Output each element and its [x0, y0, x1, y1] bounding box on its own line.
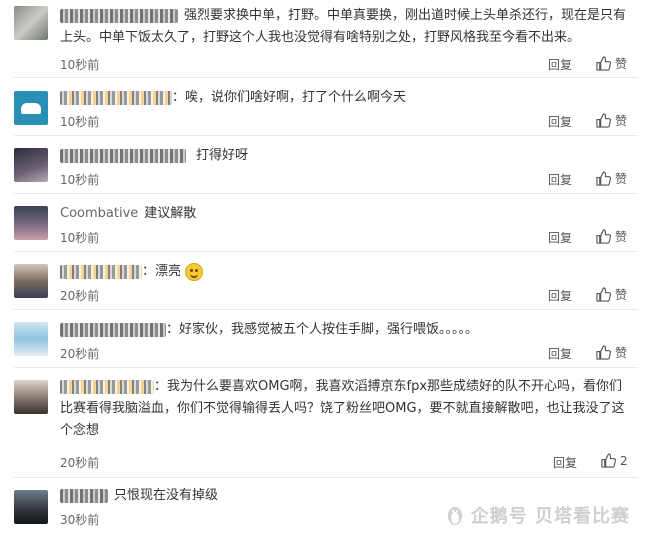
username[interactable]: Coombative — [60, 206, 138, 221]
thumbs-up-icon — [596, 229, 611, 244]
comment-item: ：漂亮 20秒前 回复 赞 — [0, 252, 646, 310]
comment-text: ：漂亮 — [142, 264, 182, 279]
comment-time: 30秒前 — [60, 513, 100, 527]
thumbs-up-icon — [596, 171, 611, 186]
comment-time: 10秒前 — [60, 173, 100, 187]
avatar[interactable] — [14, 264, 48, 298]
reply-button[interactable]: 回复 — [548, 229, 572, 246]
username[interactable] — [60, 379, 154, 394]
comment-time: 20秒前 — [60, 347, 100, 361]
thumbs-up-icon — [596, 56, 611, 71]
comment-item: 强烈要求换中单，打野。中单真要换，刚出道时候上头单杀还行，现在是只有上头。中单下… — [0, 0, 646, 78]
comment-item: Coombative 建议解散 10秒前 回复 赞 — [0, 194, 646, 252]
comment-text: 打得好呀 — [196, 148, 249, 163]
thumbs-up-icon — [596, 345, 611, 360]
reply-button[interactable]: 回复 — [553, 454, 577, 471]
avatar[interactable] — [14, 206, 48, 240]
avatar[interactable] — [14, 322, 48, 356]
comment-text: ：唉，说你们啥好啊，打了个什么啊今天 — [172, 90, 407, 105]
like-label: 赞 — [615, 172, 628, 186]
like-button[interactable]: 赞 — [596, 228, 627, 245]
like-button[interactable]: 赞 — [596, 112, 627, 129]
avatar[interactable] — [14, 490, 48, 524]
like-button[interactable]: 赞 — [596, 344, 627, 361]
like-label: 赞 — [615, 57, 628, 71]
like-button[interactable]: 赞 — [596, 55, 627, 72]
username[interactable] — [60, 322, 166, 337]
reply-button[interactable]: 回复 — [548, 287, 572, 304]
username[interactable] — [60, 90, 172, 105]
like-button[interactable]: 赞 — [596, 286, 627, 303]
comment-item: ：我为什么要喜欢OMG啊，我喜欢滔搏京东fpx那些成绩好的队不开心吗，看你们比赛… — [0, 368, 646, 478]
comment-time: 10秒前 — [60, 115, 100, 129]
comment-text: ：好家伙，我感觉被五个人按住手脚，强行喂饭。。。。。 — [166, 322, 479, 337]
comment-text: 建议解散 — [144, 206, 197, 221]
reply-button[interactable]: 回复 — [548, 113, 572, 130]
avatar[interactable] — [14, 91, 48, 125]
reply-button[interactable]: 回复 — [548, 171, 572, 188]
comment-time: 10秒前 — [60, 58, 100, 72]
comment-time: 20秒前 — [60, 289, 100, 303]
username[interactable] — [60, 264, 142, 279]
like-label: 赞 — [615, 114, 628, 128]
comment-item: 打得好呀 10秒前 回复 赞 — [0, 136, 646, 194]
comment-item: ：好家伙，我感觉被五个人按住手脚，强行喂饭。。。。。 20秒前 回复 赞 — [0, 310, 646, 368]
penguin-logo-icon — [447, 507, 462, 525]
avatar[interactable] — [14, 148, 48, 182]
comment-time: 20秒前 — [60, 456, 100, 470]
username[interactable] — [60, 8, 178, 23]
like-button[interactable]: 赞 — [596, 170, 627, 187]
comment-item: ：唉，说你们啥好啊，打了个什么啊今天 10秒前 回复 赞 — [0, 78, 646, 136]
comment-text: 只恨现在没有掉级 — [114, 488, 219, 503]
thumbs-up-icon — [601, 453, 616, 468]
thumbs-up-icon — [596, 113, 611, 128]
like-label: 赞 — [615, 230, 628, 244]
like-button[interactable]: 2 — [601, 453, 628, 468]
like-label: 赞 — [615, 346, 628, 360]
username[interactable] — [60, 488, 108, 503]
like-label: 赞 — [615, 288, 628, 302]
username[interactable] — [60, 148, 186, 163]
thumbs-up-icon — [596, 287, 611, 302]
avatar[interactable] — [14, 6, 48, 40]
watermark: 企鹅号 贝塔看比赛 — [445, 502, 630, 528]
avatar[interactable] — [14, 380, 48, 414]
reply-button[interactable]: 回复 — [548, 56, 572, 73]
like-count: 2 — [620, 453, 628, 468]
reply-button[interactable]: 回复 — [548, 345, 572, 362]
comment-time: 10秒前 — [60, 231, 100, 245]
smile-emoji-icon — [185, 262, 204, 281]
watermark-text: 企鹅号 贝塔看比赛 — [470, 506, 630, 527]
